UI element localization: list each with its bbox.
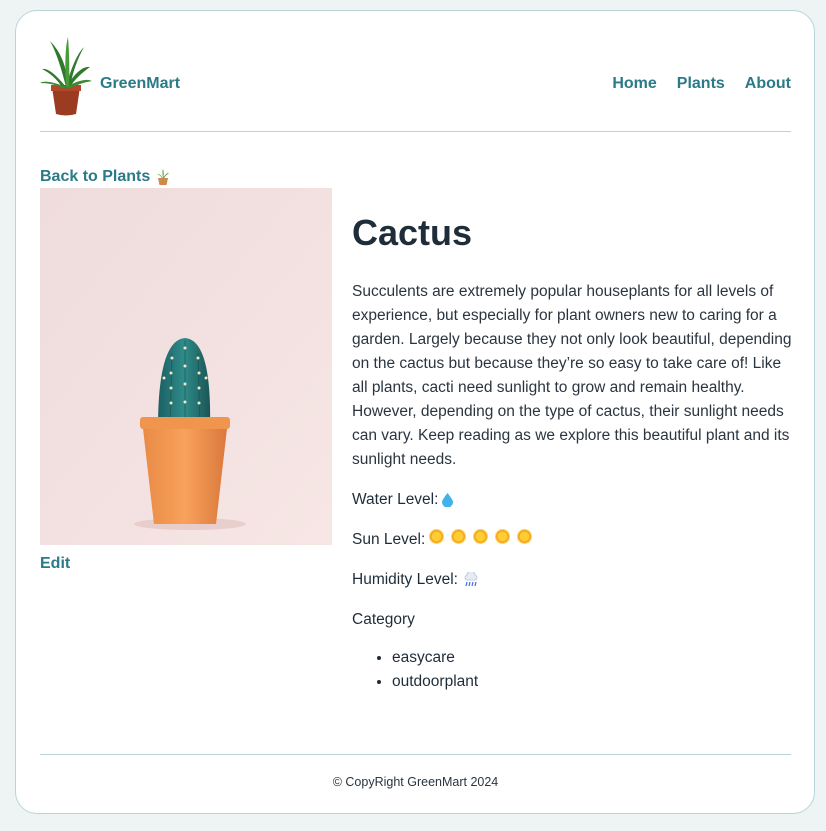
- plant-photo: [40, 188, 332, 545]
- category-label: Category: [352, 611, 415, 628]
- site-header: GreenMart Home Plants About: [40, 35, 791, 132]
- list-item: outdoorplant: [392, 670, 792, 694]
- category-list: easycare outdoorplant: [352, 646, 792, 694]
- sun-icon: [429, 529, 445, 544]
- water-level-label: Water Level:: [352, 491, 439, 508]
- edit-link[interactable]: Edit: [40, 555, 70, 573]
- plant-details: Cactus Succulents are extremely popular …: [352, 206, 792, 694]
- back-to-plants-link[interactable]: Back to Plants: [40, 168, 170, 186]
- potted-plant-icon: [157, 169, 170, 185]
- humidity-level-label: Humidity Level:: [352, 571, 458, 588]
- brand-link[interactable]: GreenMart: [100, 75, 180, 93]
- main-nav: Home Plants About: [612, 75, 791, 93]
- copyright-text: © CopyRight GreenMart 2024: [332, 775, 499, 789]
- sun-level-row: Sun Level:: [352, 528, 792, 552]
- rain-cloud-icon: [464, 572, 478, 587]
- plant-description: Succulents are extremely popular housepl…: [352, 283, 792, 468]
- humidity-level-row: Humidity Level:: [352, 568, 792, 592]
- sun-icon: [473, 529, 489, 544]
- sun-icons: [429, 528, 539, 552]
- page-card: GreenMart Home Plants About Back to Plan…: [15, 10, 815, 814]
- back-link-label: Back to Plants: [40, 168, 151, 185]
- nav-plants-link[interactable]: Plants: [677, 75, 725, 93]
- water-level-row: Water Level:: [352, 488, 792, 512]
- site-footer: © CopyRight GreenMart 2024: [40, 754, 791, 789]
- sun-level-label: Sun Level:: [352, 531, 426, 548]
- water-drop-icon: [442, 493, 454, 507]
- list-item: easycare: [392, 646, 792, 670]
- sun-icon: [451, 529, 467, 544]
- sun-icon: [495, 529, 511, 544]
- sun-icon: [517, 529, 533, 544]
- plant-logo-icon[interactable]: [40, 37, 92, 117]
- plant-title: Cactus: [352, 212, 473, 253]
- nav-about-link[interactable]: About: [745, 75, 791, 93]
- nav-home-link[interactable]: Home: [612, 75, 656, 93]
